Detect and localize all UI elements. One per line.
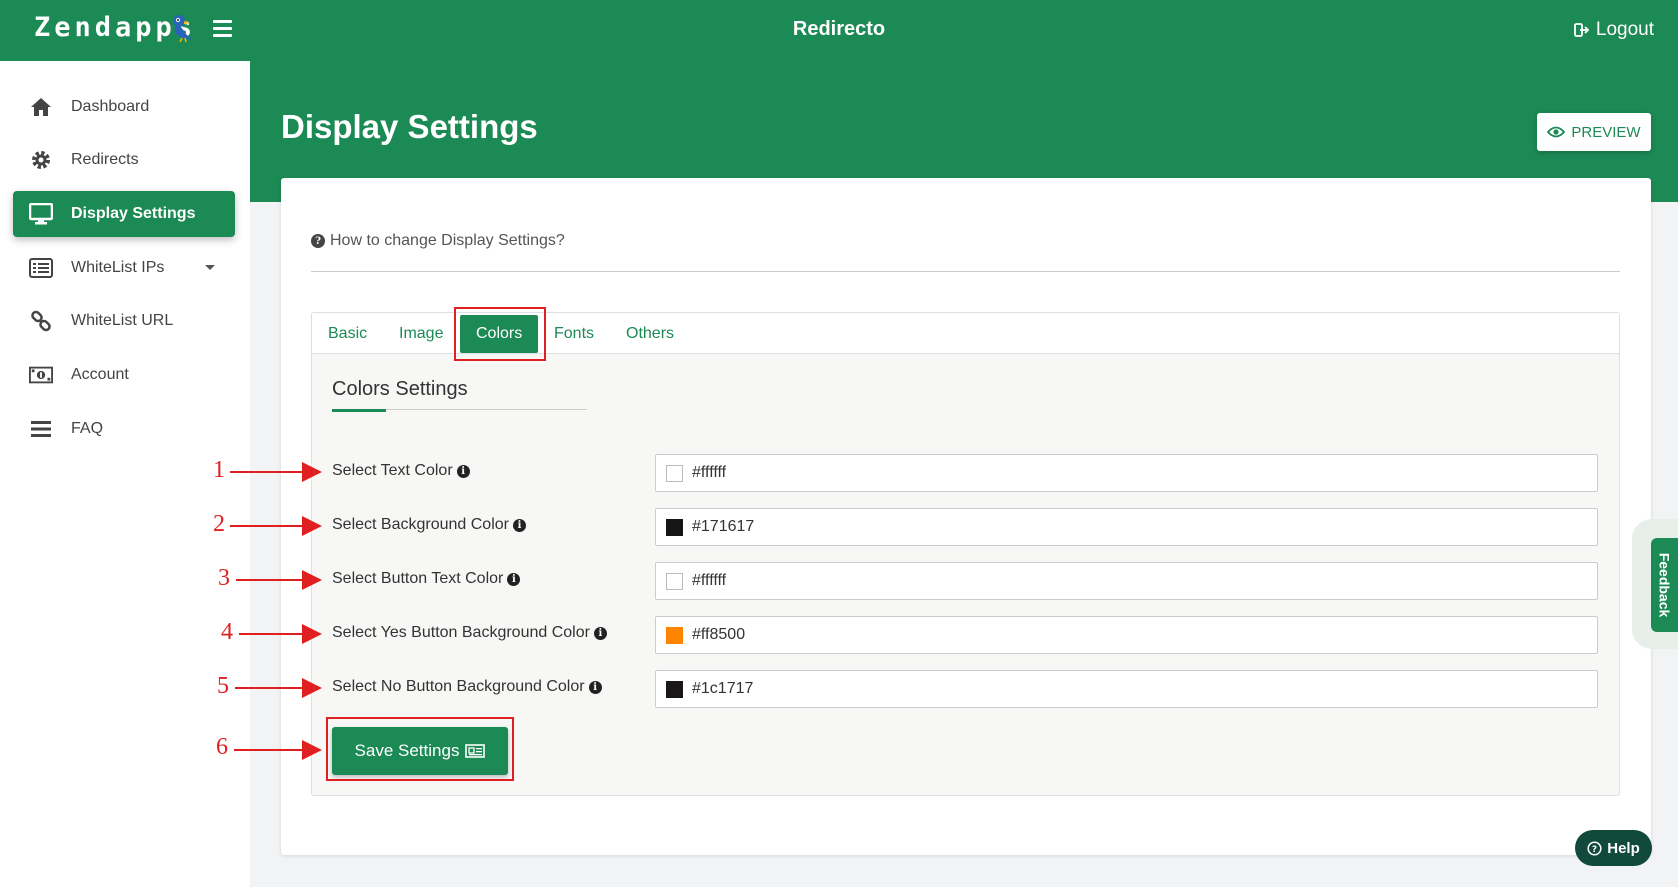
sidebar-item-label: Redirects [71,151,139,168]
sidebar-item-dashboard[interactable]: Dashboard [13,84,235,130]
color-value: #1c1717 [692,680,754,697]
bars-icon [29,417,53,441]
question-circle-icon: ? [311,234,325,248]
color-swatch[interactable] [666,464,683,482]
annotation-number-1: 1 [213,457,225,483]
button-text-color-input[interactable]: #ffffff [655,562,1598,600]
field-label-text: Select Text Color [332,462,453,479]
color-swatch[interactable] [666,518,683,536]
annotation-number-2: 2 [213,511,225,537]
feedback-label: Feedback [1656,552,1673,618]
annotation-number-3: 3 [218,565,230,591]
tab-others[interactable]: Others [626,313,674,354]
sidebar-item-whitelist-url[interactable]: WhiteList URL [13,298,235,344]
info-icon[interactable]: i [593,626,607,640]
sidebar-item-label: FAQ [71,420,104,437]
howto-label: How to change Display Settings? [330,232,565,249]
highlight-box-colors-tab [454,307,546,361]
color-value: #ff8500 [692,626,746,643]
tab-fonts[interactable]: Fonts [554,313,594,354]
app-title: Redirecto [792,18,886,40]
info-icon[interactable]: i [456,464,470,478]
tab-image[interactable]: Image [399,313,443,354]
field-label-text: Select Button Text Color [332,570,504,587]
chevron-down-icon[interactable] [205,265,215,270]
sidebar-item-label: WhiteList IPs [71,259,165,276]
eye-icon [1547,126,1566,138]
preview-button[interactable]: PREVIEW [1537,113,1651,151]
divider [311,271,1620,272]
field-label-text: Select No Button Background Color [332,678,585,695]
page-title: Display Settings [281,108,538,145]
section-title: Colors Settings [332,378,468,400]
feedback-tab[interactable]: Feedback [1651,538,1678,632]
info-icon[interactable]: i [588,680,602,694]
highlight-box-save-button [326,717,514,781]
info-icon[interactable]: i [512,518,526,532]
color-value: #ffffff [692,572,727,589]
info-icon[interactable]: i [507,572,521,586]
color-swatch[interactable] [666,680,683,698]
color-swatch[interactable] [666,572,683,590]
link-icon [29,309,53,333]
sidebar-item-label: WhiteList URL [71,312,174,329]
list-icon [29,256,53,280]
sidebar-item-redirects[interactable]: Redirects [13,137,235,183]
text-color-input[interactable]: #ffffff [655,454,1598,492]
no-button-bg-color-label: Select No Button Background Color i [332,678,602,696]
yes-button-bg-color-label: Select Yes Button Background Color i [332,624,607,642]
color-value: #ffffff [692,464,727,481]
sidebar-item-display-settings[interactable]: Display Settings [13,191,235,237]
sidebar-item-label: Account [71,366,129,383]
preview-label: PREVIEW [1571,123,1641,141]
no-button-bg-color-input[interactable]: #1c1717 [655,670,1598,708]
question-circle-icon: ? [1587,840,1602,856]
annotation-number-6: 6 [216,734,228,760]
field-label-text: Select Background Color [332,516,509,533]
button-text-color-label: Select Button Text Color i [332,570,521,588]
help-label: Help [1607,839,1640,857]
tab-basic[interactable]: Basic [328,313,367,354]
section-divider-accent [332,409,386,412]
color-swatch[interactable] [666,626,683,644]
gear-icon [29,148,53,172]
logout-label: Logout [1595,19,1654,40]
background-color-input[interactable]: #171617 [655,508,1598,546]
sidebar-item-account[interactable]: Account [13,352,235,398]
home-icon [29,95,53,119]
money-icon [29,363,53,387]
svg-text:?: ? [1592,845,1597,855]
help-button[interactable]: ? Help [1575,830,1652,866]
monitor-icon [29,202,53,226]
logout-icon [1573,23,1590,37]
sidebar-item-whitelist-ips[interactable]: WhiteList IPs [13,245,235,291]
yes-button-bg-color-input[interactable]: #ff8500 [655,616,1598,654]
howto-link[interactable]: ? How to change Display Settings? [311,232,565,250]
sidebar-item-label: Display Settings [71,205,196,222]
field-label-text: Select Yes Button Background Color [332,624,590,641]
sidebar-item-label: Dashboard [71,98,150,115]
text-color-label: Select Text Color i [332,462,470,480]
annotation-number-4: 4 [221,619,233,645]
color-value: #171617 [692,518,755,535]
background-color-label: Select Background Color i [332,516,526,534]
annotation-number-5: 5 [217,673,229,699]
logout-button[interactable]: Logout [1573,19,1654,41]
sidebar-item-faq[interactable]: FAQ [13,406,235,452]
